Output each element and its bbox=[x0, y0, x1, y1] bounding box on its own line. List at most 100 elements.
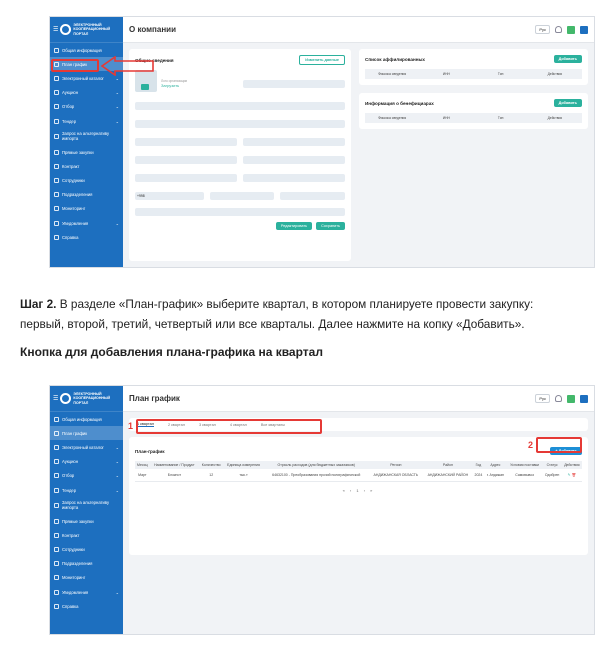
save-button[interactable]: Сохранить bbox=[316, 222, 345, 230]
sidebar-item-departments[interactable]: Подразделения bbox=[50, 557, 123, 571]
logo-emblem-icon bbox=[60, 393, 72, 404]
calendar-icon bbox=[54, 430, 59, 436]
sidebar-item-employees[interactable]: Сотрудники bbox=[50, 543, 123, 557]
sidebar-item-departments[interactable]: Подразделения bbox=[50, 188, 123, 202]
field-input[interactable] bbox=[135, 102, 345, 110]
instruction-line-2: первый, второй, третий, четвертый или вс… bbox=[20, 317, 525, 331]
change-data-button[interactable]: Изменить данные bbox=[299, 55, 345, 65]
sidebar-item-general-info[interactable]: Общая информация bbox=[50, 412, 123, 426]
sidebar-item-employees[interactable]: Сотрудники bbox=[50, 174, 123, 188]
avatar[interactable] bbox=[580, 25, 588, 34]
tender-icon bbox=[54, 118, 59, 124]
sidebar-item-contract[interactable]: Контракт bbox=[50, 528, 123, 542]
beneficiaries-heading: Информация о бенефициарах bbox=[365, 100, 434, 106]
portal-logo[interactable]: ☰ ЭЛЕКТРОННЫЙ КООПЕРАЦИОННЫЙ ПОРТАЛ bbox=[50, 386, 123, 412]
sidebar-item-auction[interactable]: Аукцион ⌄ bbox=[50, 86, 123, 100]
chevron-down-icon: ⌄ bbox=[115, 104, 119, 110]
page-title: О компании bbox=[129, 25, 176, 34]
bell-icon[interactable] bbox=[555, 395, 562, 402]
help-icon bbox=[54, 603, 59, 609]
language-select[interactable]: Рус bbox=[535, 394, 550, 403]
portal-logo[interactable]: ☰ ЭЛЕКТРОННЫЙ КООПЕРАЦИОННЫЙ ПОРТАЛ bbox=[50, 17, 123, 43]
field-input[interactable] bbox=[280, 192, 346, 200]
menu-icon[interactable]: ☰ bbox=[53, 27, 58, 33]
beneficiaries-table-header: Фиксиса сведения ИНН Тип Действия bbox=[365, 113, 582, 123]
cart-icon bbox=[54, 518, 59, 524]
sidebar-item-selection[interactable]: Отбор ⌄ bbox=[50, 100, 123, 114]
menu-icon[interactable]: ☰ bbox=[53, 396, 58, 402]
department-icon bbox=[54, 192, 59, 198]
edit-button[interactable]: Редактировать bbox=[275, 222, 313, 230]
plan-schedule-heading: План-график bbox=[135, 448, 165, 454]
upload-icon bbox=[141, 84, 149, 90]
contract-icon bbox=[54, 532, 59, 538]
sidebar-item-tender[interactable]: Тендер ⌄ bbox=[50, 114, 123, 128]
quarter-tabs-highlight bbox=[136, 419, 322, 434]
field-input[interactable] bbox=[243, 80, 345, 88]
sidebar-item-monitoring[interactable]: Мониторинг bbox=[50, 571, 123, 585]
section-heading: Кнопка для добавления плана-графика на к… bbox=[20, 345, 323, 359]
tender-icon bbox=[54, 487, 59, 493]
general-info-card: Общие сведения Изменить данные Лого орга… bbox=[129, 49, 351, 261]
delete-icon[interactable]: 🗑 bbox=[572, 473, 576, 477]
table-header-row: Месяц Наименование / Продукт Количество Еди… bbox=[135, 461, 582, 469]
logo-text: ЭЛЕКТРОННЫЙ КООПЕРАЦИОННЫЙ ПОРТАЛ bbox=[73, 23, 111, 36]
sidebar-item-help[interactable]: Справка bbox=[50, 230, 123, 244]
logo-label: Лого организации bbox=[161, 78, 188, 83]
sidebar-item-import-alternative[interactable]: Запрос на альтернативу импорта bbox=[50, 128, 123, 145]
field-input[interactable] bbox=[135, 120, 345, 128]
sidebar-item-contract[interactable]: Контракт bbox=[50, 159, 123, 173]
sidebar-item-auction[interactable]: Аукцион ⌄ bbox=[50, 455, 123, 469]
sidebar-item-notifications[interactable]: Уведомления ⌄ bbox=[50, 585, 123, 599]
notification-icon bbox=[54, 220, 59, 226]
avatar[interactable] bbox=[580, 394, 588, 403]
plan-schedule-card: План-график + Добавить Месяц Наименование… bbox=[129, 437, 588, 555]
phone-input[interactable]: +998 bbox=[135, 192, 204, 200]
field-input[interactable] bbox=[135, 138, 237, 146]
sidebar: ☰ ЭЛЕКТРОННЫЙ КООПЕРАЦИОННЫЙ ПОРТАЛ Обща… bbox=[50, 17, 123, 267]
sidebar-item-monitoring[interactable]: Мониторинг bbox=[50, 202, 123, 216]
auction-icon bbox=[54, 90, 59, 96]
sidebar-item-tender[interactable]: Тендер ⌄ bbox=[50, 483, 123, 497]
sidebar-item-direct-purchases[interactable]: Прямые закупки bbox=[50, 145, 123, 159]
chevron-down-icon: ⌄ bbox=[115, 487, 119, 493]
pagination[interactable]: « ‹ 1 › » bbox=[135, 488, 582, 493]
sidebar-item-catalog[interactable]: Электронный каталог ⌄ bbox=[50, 440, 123, 454]
selection-icon bbox=[54, 104, 59, 110]
language-select[interactable]: Рус bbox=[535, 25, 550, 34]
sidebar-item-direct-purchases[interactable]: Прямые закупки bbox=[50, 514, 123, 528]
field-input[interactable] bbox=[135, 156, 237, 164]
upload-link[interactable]: Загрузить bbox=[161, 83, 187, 88]
address-input[interactable] bbox=[135, 208, 345, 216]
info-icon bbox=[54, 416, 59, 422]
chevron-down-icon: ⌄ bbox=[115, 118, 119, 124]
add-affiliate-button[interactable]: Добавить bbox=[553, 55, 582, 63]
sidebar-item-notifications[interactable]: Уведомления ⌄ bbox=[50, 216, 123, 230]
selection-icon bbox=[54, 473, 59, 479]
arrow-left-icon bbox=[100, 56, 154, 76]
auction-icon bbox=[54, 459, 59, 465]
field-input[interactable] bbox=[243, 138, 345, 146]
company-screenshot: ☰ ЭЛЕКТРОННЫЙ КООПЕРАЦИОННЫЙ ПОРТАЛ Обща… bbox=[49, 16, 595, 268]
edit-icon[interactable]: ✎ bbox=[568, 473, 571, 477]
sidebar-item-import-alternative[interactable]: Запрос на альтернативу импорта bbox=[50, 497, 123, 514]
chevron-down-icon: ⌄ bbox=[115, 220, 119, 226]
add-button-highlight bbox=[536, 437, 582, 453]
topbar: О компании Рус bbox=[123, 17, 594, 43]
sidebar-item-help[interactable]: Справка bbox=[50, 599, 123, 613]
field-input[interactable] bbox=[243, 174, 345, 182]
bell-icon[interactable] bbox=[555, 26, 562, 33]
request-icon bbox=[54, 134, 59, 140]
field-input[interactable] bbox=[209, 192, 275, 200]
sidebar-item-selection[interactable]: Отбор ⌄ bbox=[50, 469, 123, 483]
company-icon bbox=[567, 25, 575, 34]
add-beneficiary-button[interactable]: Добавить bbox=[553, 99, 582, 107]
marker-1: 1 bbox=[128, 421, 134, 431]
table-row[interactable]: Март Блокнот 12 тыс.т 64632100 - Преобразова… bbox=[135, 469, 582, 482]
field-input[interactable] bbox=[243, 156, 345, 164]
monitoring-icon bbox=[54, 206, 59, 212]
users-icon bbox=[54, 547, 59, 553]
sidebar-item-plan-schedule[interactable]: План график bbox=[50, 426, 123, 441]
field-input[interactable] bbox=[135, 174, 237, 182]
cart-icon bbox=[54, 149, 59, 155]
